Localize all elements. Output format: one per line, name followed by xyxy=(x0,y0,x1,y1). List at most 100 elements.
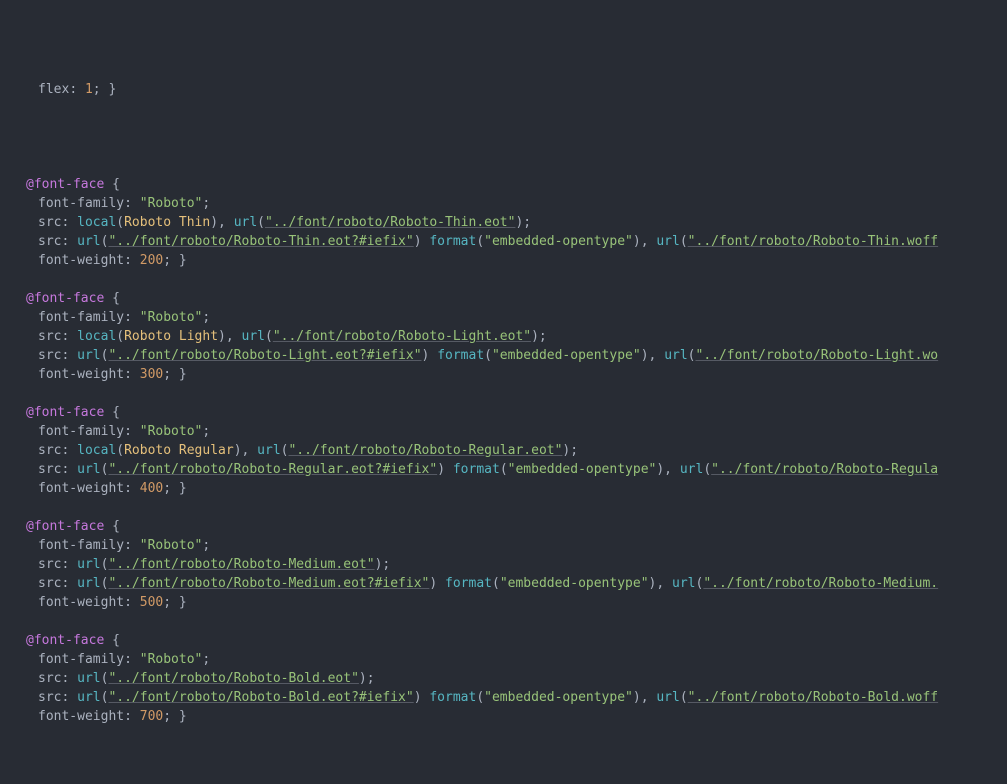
function-name: url xyxy=(656,690,679,705)
semicolon: ; xyxy=(202,538,210,553)
colon: : xyxy=(124,538,140,553)
paren: ) xyxy=(429,576,445,591)
code-line: font-family: "Roboto"; xyxy=(14,422,1007,441)
at-rule-keyword: @font-face xyxy=(26,291,104,306)
code-line: src: url("../font/roboto/Roboto-Regular.… xyxy=(14,460,1007,479)
string-literal: "embedded-opentype" xyxy=(484,234,633,249)
string-literal: "../font/roboto/Roboto-Bold.eot" xyxy=(108,671,358,686)
semicolon: ; xyxy=(202,310,210,325)
function-name: url xyxy=(77,348,100,363)
colon: : xyxy=(124,595,140,610)
property-name: font-weight xyxy=(38,481,124,496)
code-line: src: url("../font/roboto/Roboto-Light.eo… xyxy=(14,346,1007,365)
colon: : xyxy=(61,557,77,572)
function-name: url xyxy=(77,462,100,477)
function-name: local xyxy=(77,443,116,458)
code-line: font-family: "Roboto"; xyxy=(14,308,1007,327)
paren: ( xyxy=(484,348,492,363)
paren: ), xyxy=(633,234,656,249)
paren: ( xyxy=(101,671,109,686)
string-literal: "embedded-opentype" xyxy=(484,690,633,705)
number-literal: 500 xyxy=(140,595,163,610)
function-name: url xyxy=(257,443,280,458)
paren: ( xyxy=(265,329,273,344)
colon: : xyxy=(61,329,77,344)
paren: ( xyxy=(116,215,124,230)
paren: ), xyxy=(218,329,241,344)
code-line: font-weight: 300; } xyxy=(14,365,1007,384)
function-name: format xyxy=(429,234,476,249)
paren: ); xyxy=(515,215,531,230)
brace: ; } xyxy=(163,253,186,268)
paren: ( xyxy=(476,690,484,705)
string-literal: "../font/roboto/Roboto-Thin.eot" xyxy=(265,215,515,230)
brace: ; } xyxy=(163,367,186,382)
string-literal: "../font/roboto/Roboto-Medium. xyxy=(703,576,938,591)
paren: ); xyxy=(562,443,578,458)
code-line: @font-face { xyxy=(14,175,1007,194)
function-name: local xyxy=(77,329,116,344)
blank-line xyxy=(14,384,1007,403)
paren: ( xyxy=(500,462,508,477)
identifier: Roboto Regular xyxy=(124,443,234,458)
brace: ; } xyxy=(163,481,186,496)
function-name: url xyxy=(242,329,265,344)
paren: ), xyxy=(649,576,672,591)
code-line: font-family: "Roboto"; xyxy=(14,536,1007,555)
colon: : xyxy=(61,690,77,705)
property-name: font-weight xyxy=(38,709,124,724)
paren: ), xyxy=(633,690,656,705)
colon: : xyxy=(61,576,77,591)
string-literal: "Roboto" xyxy=(140,310,203,325)
colon: : xyxy=(124,196,140,211)
function-name: url xyxy=(77,557,100,572)
function-name: url xyxy=(656,234,679,249)
brace: { xyxy=(104,405,120,420)
blank-line xyxy=(14,498,1007,517)
semicolon: ; xyxy=(202,424,210,439)
function-name: url xyxy=(664,348,687,363)
blank-line xyxy=(14,612,1007,631)
colon: : xyxy=(61,234,77,249)
paren: ) xyxy=(437,462,453,477)
property-name: font-weight xyxy=(38,595,124,610)
string-literal: "embedded-opentype" xyxy=(500,576,649,591)
function-name: format xyxy=(453,462,500,477)
property-name: src xyxy=(38,348,61,363)
property-name: src xyxy=(38,690,61,705)
property-name: font-family xyxy=(38,424,124,439)
identifier: Roboto Light xyxy=(124,329,218,344)
at-rule-keyword: @font-face xyxy=(26,405,104,420)
number-literal: 400 xyxy=(140,481,163,496)
string-literal: "../font/roboto/Roboto-Light.eot" xyxy=(273,329,531,344)
number-literal: 700 xyxy=(140,709,163,724)
colon: : xyxy=(124,253,140,268)
brace: ; } xyxy=(163,595,186,610)
property-name: src xyxy=(38,557,61,572)
property-name: font-family xyxy=(38,310,124,325)
function-name: url xyxy=(77,690,100,705)
string-literal: "Roboto" xyxy=(140,424,203,439)
paren: ), xyxy=(210,215,233,230)
code-line: font-weight: 200; } xyxy=(14,251,1007,270)
code-editor-content[interactable]: flex: 1; } @font-face {font-family: "Rob… xyxy=(14,4,1007,764)
code-line: src: local(Roboto Light), url("../font/r… xyxy=(14,327,1007,346)
property-name: src xyxy=(38,329,61,344)
paren: ( xyxy=(101,690,109,705)
string-literal: "../font/roboto/Roboto-Regula xyxy=(711,462,938,477)
colon: : xyxy=(124,310,140,325)
property-name: flex xyxy=(38,82,69,97)
property-name: src xyxy=(38,576,61,591)
string-literal: "../font/roboto/Roboto-Light.eot?#iefix" xyxy=(108,348,421,363)
code-line: src: local(Roboto Thin), url("../font/ro… xyxy=(14,213,1007,232)
function-name: format xyxy=(429,690,476,705)
code-line: @font-face { xyxy=(14,403,1007,422)
paren: ( xyxy=(688,348,696,363)
string-literal: "../font/roboto/Roboto-Bold.eot?#iefix" xyxy=(108,690,413,705)
property-name: src xyxy=(38,234,61,249)
function-name: url xyxy=(77,671,100,686)
paren: ), xyxy=(234,443,257,458)
code-line: src: url("../font/roboto/Roboto-Medium.e… xyxy=(14,574,1007,593)
property-name: font-weight xyxy=(38,367,124,382)
code-line: src: url("../font/roboto/Roboto-Thin.eot… xyxy=(14,232,1007,251)
